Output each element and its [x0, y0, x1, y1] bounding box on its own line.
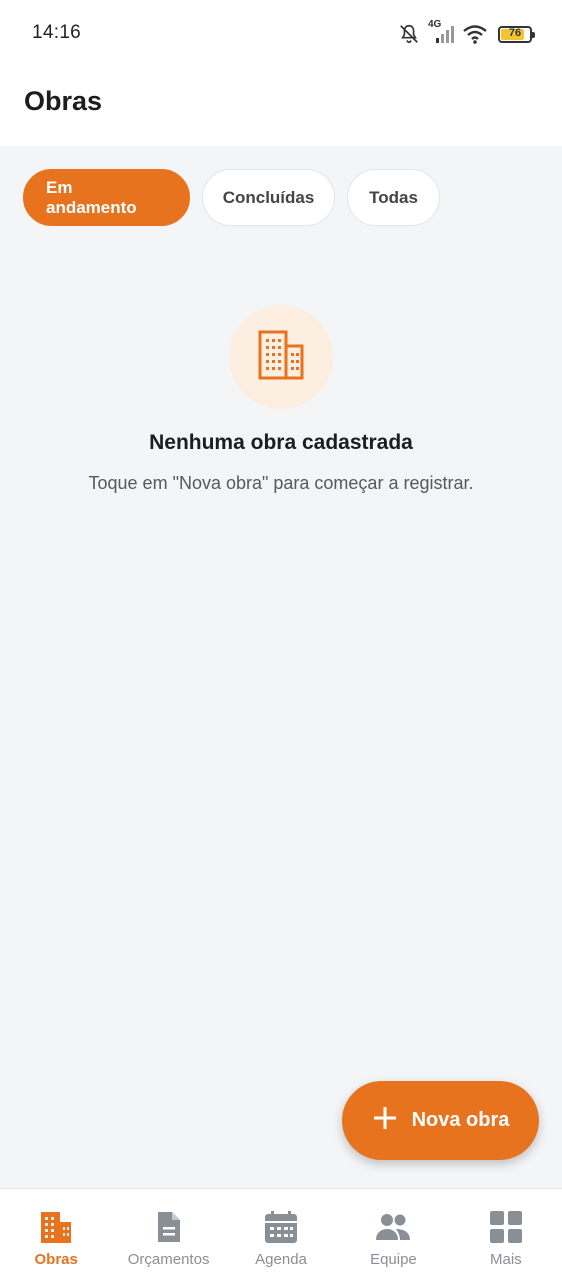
empty-state: Nenhuma obra cadastrada Toque em "Nova o… [0, 305, 562, 494]
nav-label-orcamentos: Orçamentos [127, 1251, 210, 1268]
bell-muted-icon [398, 23, 420, 45]
calendar-icon [264, 1209, 298, 1245]
network-label: 4G [428, 19, 442, 30]
filter-chip-todas[interactable]: Todas [347, 169, 440, 226]
plus-icon [372, 1105, 398, 1136]
nav-label-equipe: Equipe [370, 1251, 417, 1268]
nav-label-mais: Mais [489, 1251, 522, 1268]
nav-label-obras: Obras [34, 1251, 78, 1268]
empty-state-title: Nenhuma obra cadastrada [149, 431, 413, 454]
filter-chip-concluidas[interactable]: Concluídas [202, 169, 335, 226]
filter-chips: Em andamento Concluídas Todas [23, 169, 440, 226]
new-obra-button[interactable]: Nova obra [342, 1081, 539, 1160]
building-icon [40, 1209, 72, 1245]
page-title: Obras [24, 86, 103, 116]
nav-item-obras[interactable]: Obras [0, 1189, 112, 1280]
wifi-icon [462, 23, 488, 45]
signal-icon: 4G [428, 19, 454, 45]
nav-item-mais[interactable]: Mais [450, 1189, 562, 1280]
battery-icon: 76 [498, 25, 535, 43]
nav-item-agenda[interactable]: Agenda [225, 1189, 337, 1280]
new-obra-button-label: Nova obra [411, 1109, 510, 1131]
empty-state-subtitle: Toque em "Nova obra" para começar a regi… [88, 473, 474, 493]
nav-item-orcamentos[interactable]: Orçamentos [112, 1189, 224, 1280]
building-icon [257, 329, 305, 386]
document-icon [156, 1209, 182, 1245]
status-icons: 4G 76 [398, 19, 535, 48]
status-bar: 14:16 4G 76 [0, 0, 562, 68]
app-header: Obras [0, 68, 562, 146]
nav-item-equipe[interactable]: Equipe [337, 1189, 449, 1280]
bottom-nav: Obras Orçamentos Agenda Equipe Mais [0, 1188, 562, 1280]
grid-icon [489, 1209, 523, 1245]
nav-label-agenda: Agenda [255, 1251, 307, 1268]
filter-chip-em-andamento[interactable]: Em andamento [23, 169, 190, 226]
people-icon [375, 1209, 411, 1245]
battery-level: 76 [508, 26, 522, 39]
status-time: 14:16 [32, 22, 82, 43]
empty-icon-circle [229, 305, 333, 409]
